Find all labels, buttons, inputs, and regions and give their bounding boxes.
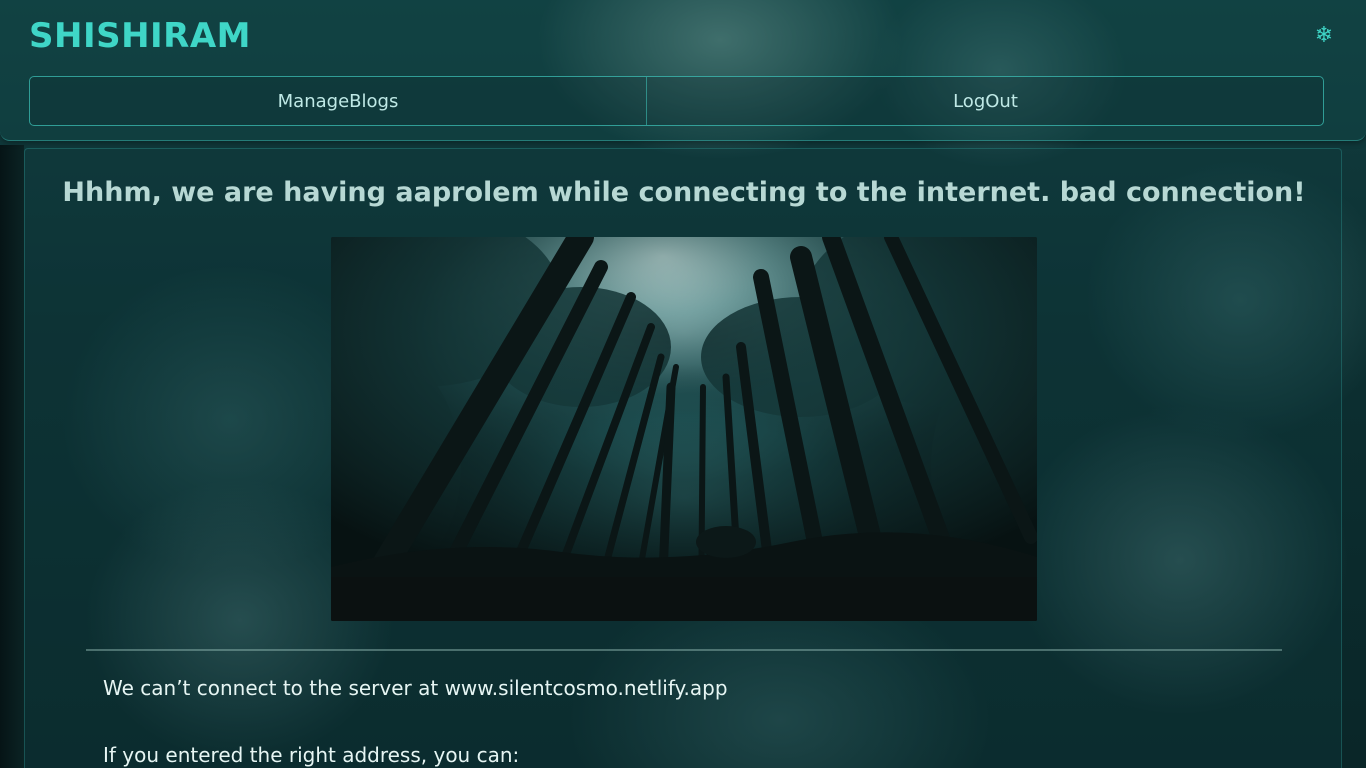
navbar: SHISHIRAM ❄ ManageBlogs LogOut	[0, 0, 1366, 141]
error-headline: Hhhm, we are having aaprolem while conne…	[62, 177, 1306, 208]
nav-links: ManageBlogs LogOut	[29, 76, 1324, 126]
nav-item-logout[interactable]: LogOut	[647, 77, 1324, 125]
forest-illustration	[331, 237, 1037, 621]
error-message-line2: If you entered the right address, you ca…	[103, 743, 520, 767]
snowflake-icon[interactable]: ❄	[1312, 24, 1336, 48]
nav-item-manageblogs[interactable]: ManageBlogs	[30, 77, 647, 125]
section-divider	[86, 649, 1282, 651]
error-card: Hhhm, we are having aaprolem while conne…	[24, 148, 1342, 768]
brand-title[interactable]: SHISHIRAM	[29, 16, 251, 56]
error-message-line1: We can’t connect to the server at www.si…	[103, 676, 728, 700]
forest-image	[331, 237, 1037, 621]
left-edge-shadow	[0, 145, 24, 768]
